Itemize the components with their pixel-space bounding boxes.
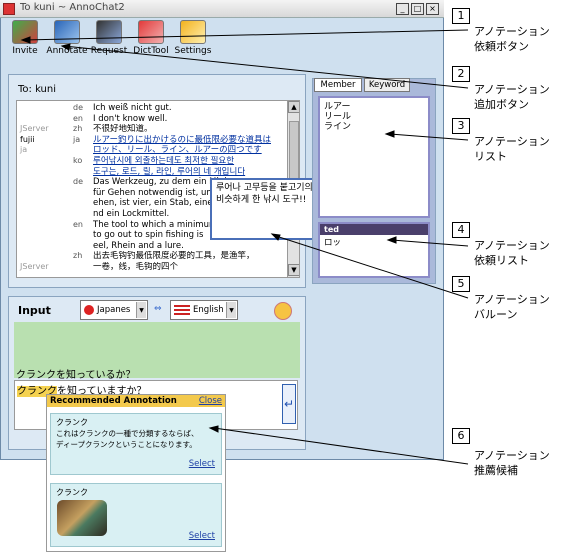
callout-number: 3 (452, 118, 470, 134)
callout-number: 5 (452, 276, 470, 292)
callout-label: アノテーション (474, 293, 550, 306)
callout-label: 依頼ボタン (474, 40, 529, 53)
callout-label: アノテーション (474, 239, 550, 252)
callout-label: アノテーション (474, 25, 550, 38)
callout-label: リスト (474, 150, 507, 163)
callout-label: 推薦候補 (474, 464, 518, 477)
callout-number: 6 (452, 428, 470, 444)
callout-label: アノテーション (474, 83, 550, 96)
callout-label: アノテーション (474, 135, 550, 148)
callout-label: 依頼リスト (474, 254, 529, 267)
callout-number: 4 (452, 222, 470, 238)
callout-number: 1 (452, 8, 470, 24)
callout-label: アノテーション (474, 449, 550, 462)
callout-label: バルーン (474, 308, 518, 321)
callout-label: 追加ボタン (474, 98, 529, 111)
callout-number: 2 (452, 66, 470, 82)
